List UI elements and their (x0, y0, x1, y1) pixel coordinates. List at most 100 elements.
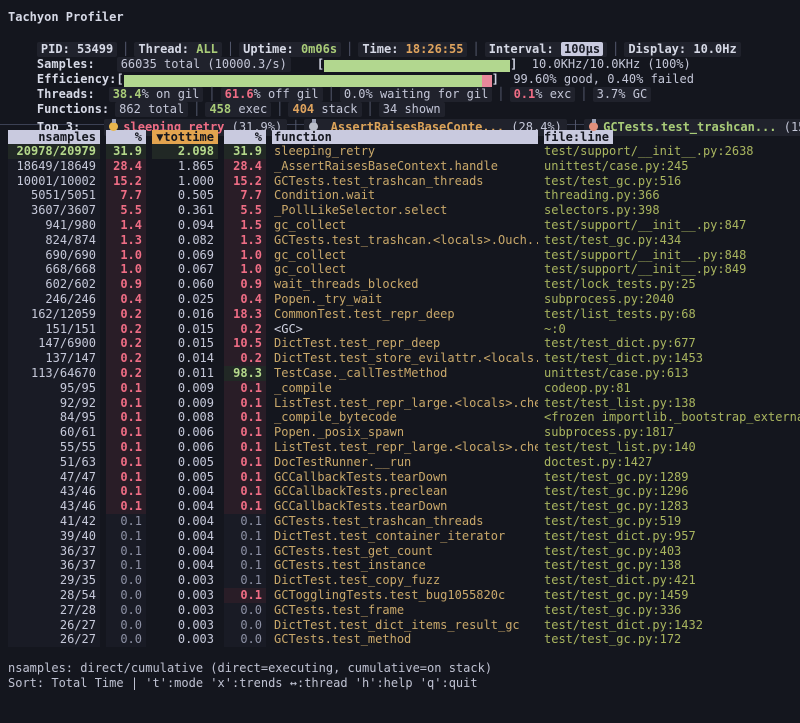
tottime-cell: 0.361 (152, 203, 218, 218)
file-line-cell: test/test_gc.py:336 (544, 603, 800, 618)
divider: │ (122, 42, 129, 56)
function-cell: GCTests.test_trashcan_threads (272, 174, 538, 189)
tottime-cell: 0.004 (152, 484, 218, 499)
tottime-cell: 0.016 (152, 307, 218, 322)
nsamples-cell: 18649/18649 (8, 159, 100, 174)
tottime-cell: 0.009 (152, 381, 218, 396)
direct-pct-cell: 1.3 (106, 233, 146, 248)
interval-value: 100μs (561, 42, 603, 56)
cumulative-pct-cell: 31.9 (224, 144, 266, 159)
direct-pct-cell: 0.2 (106, 366, 146, 381)
direct-pct-cell: 0.0 (106, 588, 146, 603)
cumulative-pct-cell: 0.4 (224, 292, 266, 307)
file-line-cell: test/test_gc.py:434 (544, 233, 800, 248)
direct-pct-cell: 1.0 (106, 248, 146, 263)
file-line-cell: codeop.py:81 (544, 381, 800, 396)
column-header-file-line[interactable]: file:line (544, 130, 800, 144)
thread-stat-segment: 38.4% on gil (109, 87, 204, 102)
file-line-cell: unittest/case.py:613 (544, 366, 800, 381)
time-value: 18:26:55 (406, 42, 464, 56)
function-stat-value: 404 (292, 102, 314, 116)
column-header-nsamples[interactable]: nsamples (8, 130, 100, 144)
tottime-cell: 0.003 (152, 603, 218, 618)
time-label: Time: (362, 42, 398, 56)
file-line-cell: <frozen importlib._bootstrap_external (544, 410, 800, 425)
function-stat-unit: total (141, 102, 184, 116)
function-cell: GCTests.test_instance (272, 558, 538, 573)
direct-pct-cell: 0.0 (106, 618, 146, 633)
direct-pct-cell: 0.1 (106, 514, 146, 529)
function-stat-value: 862 (119, 102, 141, 116)
efficiency-bar (124, 74, 492, 86)
nsamples-cell: 43/46 (8, 484, 100, 499)
cumulative-pct-cell: 1.0 (224, 248, 266, 263)
direct-pct-cell: 0.9 (106, 277, 146, 292)
cumulative-pct-cell: 0.1 (224, 470, 266, 485)
function-cell: _PollLikeSelector.select (272, 203, 538, 218)
nsamples-cell: 690/690 (8, 248, 100, 263)
tottime-cell: 0.004 (152, 514, 218, 529)
cumulative-pct-cell: 0.0 (224, 618, 266, 633)
file-line-cell: test/test_gc.py:516 (544, 174, 800, 189)
nsamples-cell: 20978/20979 (8, 144, 100, 159)
direct-pct-cell: 0.1 (106, 499, 146, 514)
tottime-cell: 1.865 (152, 159, 218, 174)
cumulative-pct-cell: 0.1 (224, 440, 266, 455)
direct-pct-cell: 0.0 (106, 573, 146, 588)
cumulative-pct-cell: 98.3 (224, 366, 266, 381)
thread-stat-value: 0.1 (514, 87, 536, 101)
direct-pct-cell: 7.7 (106, 188, 146, 203)
uptime-value: 0m06s (301, 42, 337, 56)
threads-label: Threads: (37, 87, 95, 101)
tottime-cell: 0.008 (152, 410, 218, 425)
function-cell: <GC> (272, 322, 538, 337)
file-line-cell: test/support/__init__.py:847 (544, 218, 800, 233)
thread-value[interactable]: ALL (196, 42, 218, 56)
column-header-direct-pct[interactable]: % (106, 130, 146, 144)
divider: │ (208, 87, 215, 101)
column-header-function[interactable]: function (272, 130, 538, 144)
file-line-cell: test/test_dict.py:677 (544, 336, 800, 351)
pid-label: PID: (41, 42, 70, 56)
function-cell: ListTest.test_repr_large.<locals>.check (272, 396, 538, 411)
nsamples-cell: 668/668 (8, 262, 100, 277)
column-header-tottime-sorted[interactable]: ▼tottime (152, 130, 218, 144)
divider: │ (346, 42, 353, 56)
function-cell: DocTestRunner.__run (272, 455, 538, 470)
function-cell: _compile_bytecode (272, 410, 538, 425)
cumulative-pct-cell: 0.1 (224, 381, 266, 396)
efficiency-summary: 99.60% good, 0.40% failed (513, 72, 694, 86)
function-cell: TestCase._callTestMethod (272, 366, 538, 381)
function-cell: GCTests.test_method (272, 632, 538, 647)
function-cell: CommonTest.test_repr_deep (272, 307, 538, 322)
tottime-cell: 0.009 (152, 396, 218, 411)
direct-pct-cell: 31.9 (106, 144, 146, 159)
thread-label: Thread: (138, 42, 189, 56)
tottime-cell: 0.014 (152, 351, 218, 366)
nsamples-cell: 113/64670 (8, 366, 100, 381)
divider: │ (472, 42, 479, 56)
direct-pct-cell: 0.0 (106, 632, 146, 647)
nsamples-cell: 26/27 (8, 618, 100, 633)
nsamples-cell: 137/147 (8, 351, 100, 366)
cumulative-pct-cell: 0.1 (224, 425, 266, 440)
nsamples-cell: 162/12059 (8, 307, 100, 322)
cumulative-pct-cell: 15.2 (224, 174, 266, 189)
samples-bar-close-bracket: ] (510, 57, 517, 71)
file-line-cell: doctest.py:1427 (544, 455, 800, 470)
tottime-cell: 0.003 (152, 573, 218, 588)
tottime-cell: 0.094 (152, 218, 218, 233)
divider: │ (497, 87, 504, 101)
direct-pct-cell: 0.1 (106, 484, 146, 499)
function-cell: GCCallbackTests.preclean (272, 484, 538, 499)
direct-pct-cell: 0.2 (106, 307, 146, 322)
column-header-cumulative-pct[interactable]: % (224, 130, 266, 144)
direct-pct-cell: 0.1 (106, 381, 146, 396)
divider: │ (227, 42, 234, 56)
nsamples-cell: 36/37 (8, 544, 100, 559)
direct-pct-cell: 5.5 (106, 203, 146, 218)
direct-pct-cell: 1.4 (106, 218, 146, 233)
function-cell: GCTests.test_trashcan.<locals>.Ouch.... (272, 233, 538, 248)
nsamples-cell: 95/95 (8, 381, 100, 396)
cumulative-pct-cell: 0.1 (224, 514, 266, 529)
